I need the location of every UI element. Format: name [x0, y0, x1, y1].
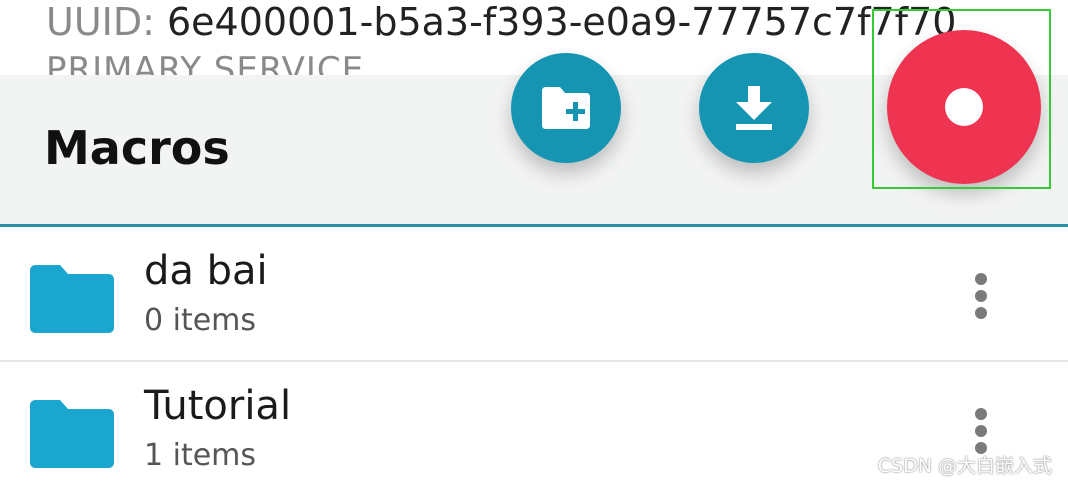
- create-new-folder-icon: [542, 87, 590, 129]
- more-options-button[interactable]: [966, 273, 996, 325]
- more-vert-icon: [975, 273, 987, 285]
- uuid-label: UUID:: [46, 0, 155, 44]
- folder-icon: [30, 400, 114, 468]
- folder-name: Tutorial: [144, 383, 292, 429]
- folder-item-count: 0 items: [144, 303, 257, 338]
- import-button[interactable]: [699, 53, 809, 163]
- uuid-line: UUID: 6e400001-b5a3-f393-e0a9-77757c7f7f…: [46, 0, 956, 44]
- folder-item-count: 1 items: [144, 438, 257, 473]
- app-screen: UUID: 6e400001-b5a3-f393-e0a9-77757c7f7f…: [0, 0, 1068, 486]
- record-macro-button[interactable]: [887, 30, 1041, 184]
- download-icon: [736, 86, 772, 130]
- new-folder-button[interactable]: [511, 53, 621, 163]
- uuid-value: 6e400001-b5a3-f393-e0a9-77757c7f7f70: [167, 0, 957, 44]
- folder-name: da bai: [144, 248, 268, 294]
- more-vert-icon: [975, 408, 987, 420]
- macro-folder-row[interactable]: da bai 0 items: [0, 227, 1068, 362]
- watermark: CSDN @大白嵌入式: [877, 455, 1052, 477]
- record-icon: [945, 88, 983, 126]
- macro-list: da bai 0 items Tutorial 1 items: [0, 227, 1068, 486]
- folder-icon: [30, 265, 114, 333]
- macros-title: Macros: [44, 121, 230, 175]
